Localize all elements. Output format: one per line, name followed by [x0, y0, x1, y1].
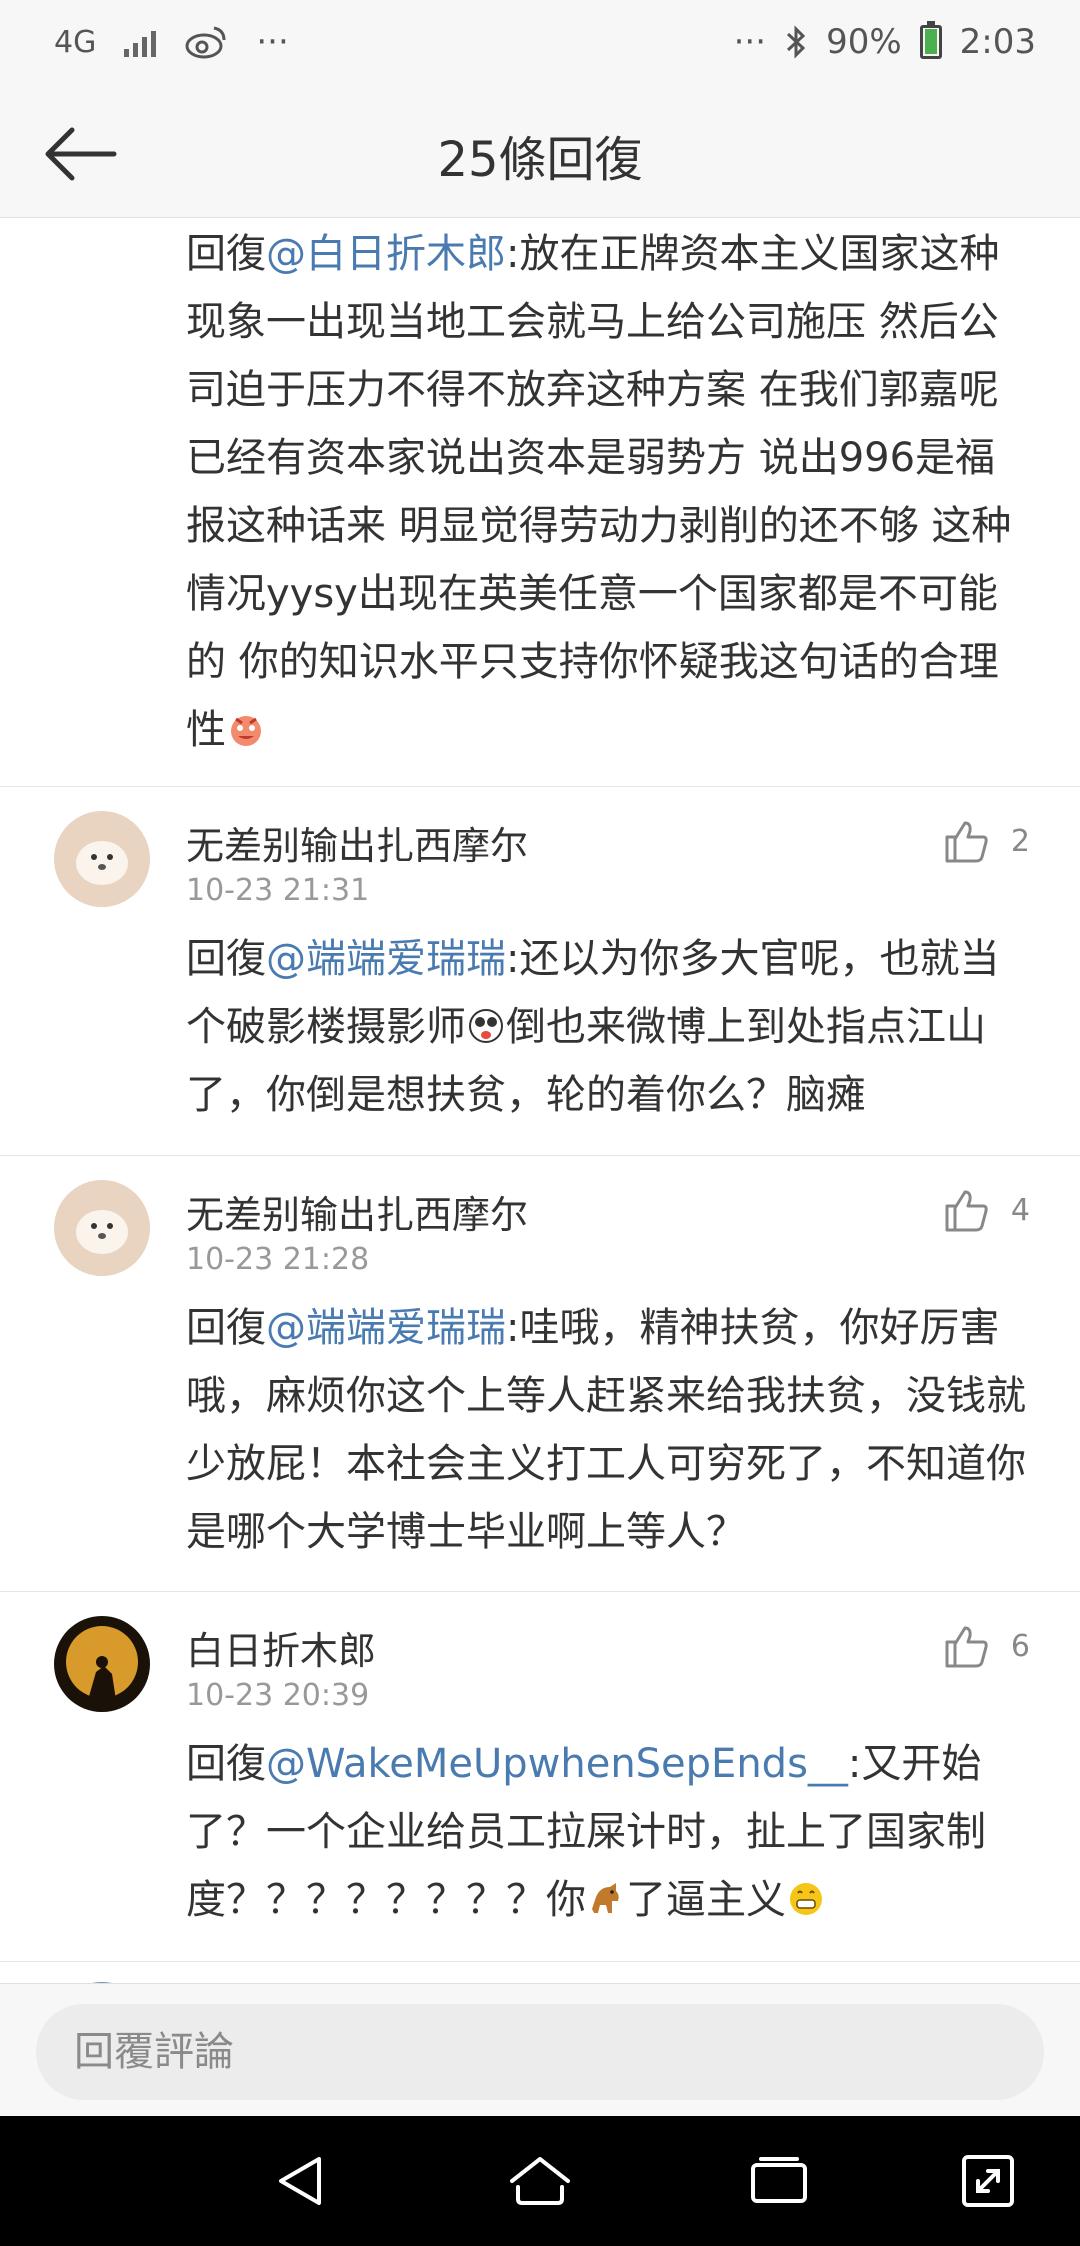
comment-item: 无差别输出扎西摩尔 10-23 21:28 4 回復@端端爱瑞瑞:哇哦，精神扶贫… [0, 1156, 1080, 1592]
comment-time: 10-23 20:39 [186, 1678, 370, 1713]
top-nav-bar: 25條回復 [0, 90, 1080, 218]
thumbs-up-icon [945, 1190, 988, 1232]
reply-prefix: 回復 [186, 1305, 266, 1351]
emoji-icon [469, 1009, 503, 1043]
comment-item-partial [0, 1962, 1080, 1983]
thumbs-up-icon [945, 1626, 988, 1668]
horse-emoji-icon [592, 1883, 619, 1913]
clock: 2:03 [959, 22, 1036, 62]
mention-link[interactable]: @白日折木郎 [266, 231, 506, 277]
emoji-icon [231, 716, 261, 746]
like-count: 2 [1010, 823, 1030, 859]
comment-list[interactable]: 回復@白日折木郎:放在正牌资本主义国家这种现象一出现当地工会就马上给公司施压 然… [0, 218, 1080, 1983]
comment-text: 回復@WakeMeUpwhenSepEnds__:又开始了？一个企业给员工拉屎计… [0, 1730, 1080, 1934]
more-status-icon: ··· [733, 22, 767, 62]
system-nav-bar [0, 2116, 1080, 2246]
page-title: 25條回復 [437, 132, 643, 188]
more-notifications-icon: ··· [256, 22, 289, 62]
comment-text: 回復@白日折木郎:放在正牌资本主义国家这种现象一出现当地工会就马上给公司施压 然… [0, 218, 1080, 786]
mention-link[interactable]: @WakeMeUpwhenSepEnds__ [266, 1741, 848, 1787]
like-count: 6 [1010, 1628, 1030, 1664]
grin-emoji-icon [790, 1883, 822, 1915]
nav-back-icon [279, 2157, 321, 2205]
comment-time: 10-23 21:31 [186, 873, 370, 908]
network-indicator: 4G [54, 24, 97, 60]
reply-bar [0, 1983, 1080, 2116]
comment-time: 10-23 21:28 [186, 1242, 370, 1277]
expand-icon [962, 2155, 1014, 2207]
mention-link[interactable]: @端端爱瑞瑞 [266, 1305, 506, 1351]
bluetooth-icon [787, 25, 806, 59]
comment-item: 无差别输出扎西摩尔 10-23 21:31 2 回復@端端爱瑞瑞:还以为你多大官… [0, 787, 1080, 1156]
comment-text: 回復@端端爱瑞瑞:哇哦，精神扶贫，你好厉害哦，麻烦你这个上等人赶紧来给我扶贫，没… [0, 1294, 1080, 1566]
battery-icon [919, 21, 942, 59]
comment-body: :放在正牌资本主义国家这种现象一出现当地工会就马上给公司施压 然后公司迫于压力不… [186, 231, 1012, 753]
comment-text: 回復@端端爱瑞瑞:还以为你多大官呢，也就当个破影楼摄影师 倒也来微博上到处指点江山… [0, 925, 1080, 1129]
avatar[interactable] [54, 811, 150, 907]
username[interactable]: 无差别输出扎西摩尔 [186, 1184, 528, 1239]
signal-icon [124, 27, 157, 57]
like-button[interactable]: 2 [943, 819, 1030, 863]
like-button[interactable]: 6 [943, 1624, 1030, 1668]
comment-item: 回復@白日折木郎:放在正牌资本主义国家这种现象一出现当地工会就马上给公司施压 然… [0, 218, 1080, 787]
nav-home-icon [510, 2157, 570, 2205]
reply-prefix: 回復 [186, 231, 266, 277]
reply-input[interactable] [36, 2004, 1044, 2100]
avatar[interactable] [54, 1616, 150, 1712]
thumbs-up-icon [945, 821, 988, 863]
like-count: 4 [1010, 1192, 1030, 1228]
battery-percent: 90% [826, 22, 902, 62]
username[interactable]: 无差别输出扎西摩尔 [186, 815, 528, 870]
reply-prefix: 回復 [186, 1741, 266, 1787]
mention-link[interactable]: @端端爱瑞瑞 [266, 936, 506, 982]
nav-back-button[interactable] [266, 2146, 336, 2216]
like-button[interactable]: 4 [943, 1188, 1030, 1232]
nav-home-button[interactable] [505, 2146, 575, 2216]
reply-prefix: 回復 [186, 936, 266, 982]
comment-item: 白日折木郎 10-23 20:39 6 回復@WakeMeUpwhenSepEn… [0, 1592, 1080, 1962]
avatar[interactable] [54, 1180, 150, 1276]
username[interactable]: 白日折木郎 [186, 1620, 376, 1675]
nav-screenshot-button[interactable] [953, 2146, 1023, 2216]
nav-recents-icon [751, 2157, 807, 2203]
weibo-icon [185, 26, 226, 59]
status-bar: 4G ··· ··· 90% 2:03 [0, 0, 1080, 90]
comment-body: 了逼主义 [626, 1877, 786, 1923]
nav-recents-button[interactable] [744, 2146, 814, 2216]
